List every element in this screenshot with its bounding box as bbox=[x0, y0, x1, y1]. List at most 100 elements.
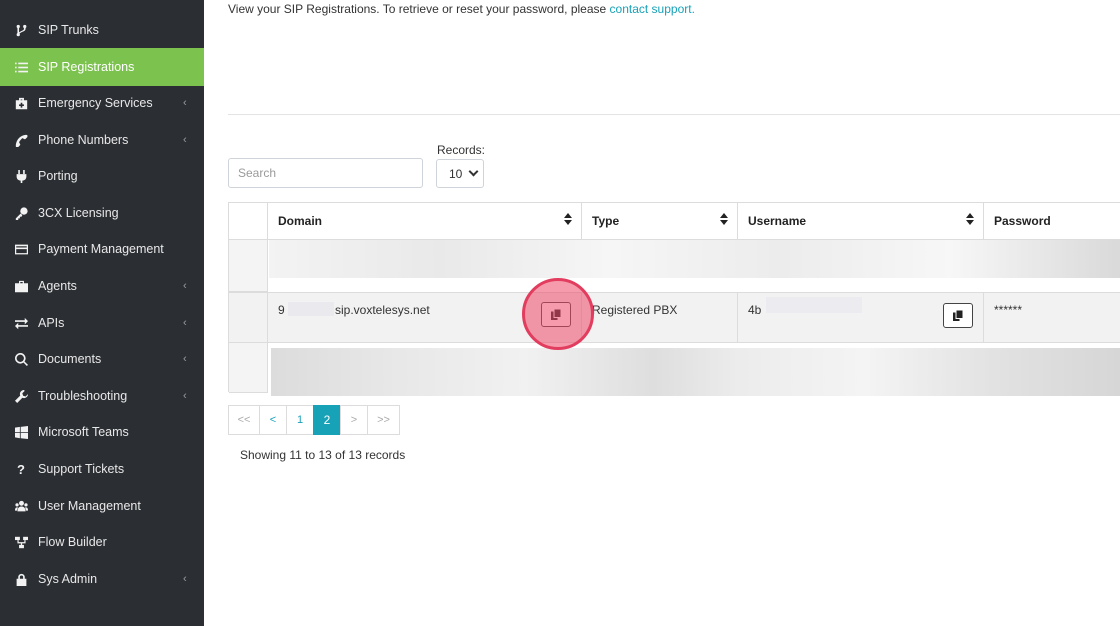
chevron-left-icon: ‹ bbox=[183, 573, 187, 585]
domain-cell: 9 sip.voxtelesys.net bbox=[268, 293, 582, 342]
sidebar-item-label: Sys Admin bbox=[38, 572, 98, 586]
sidebar-item-label: SIP Trunks bbox=[38, 23, 99, 37]
briefcase-icon bbox=[14, 279, 28, 293]
chevron-left-icon: ‹ bbox=[183, 353, 187, 365]
copy-icon bbox=[551, 309, 561, 320]
sidebar-item-label: Payment Management bbox=[38, 242, 164, 256]
copy-icon bbox=[953, 310, 963, 321]
sidebar-item-3cx-licensing[interactable]: 3CX Licensing bbox=[0, 195, 204, 231]
table-header-type[interactable]: Type bbox=[582, 203, 738, 240]
sidebar-item-support-tickets[interactable]: ? Support Tickets bbox=[0, 451, 204, 487]
chevron-left-icon: ‹ bbox=[183, 280, 187, 292]
contact-support-link[interactable]: contact support. bbox=[610, 2, 695, 16]
sidebar-item-flow-builder[interactable]: Flow Builder bbox=[0, 524, 204, 560]
header-label: Password bbox=[994, 214, 1051, 228]
sidebar-item-label: Emergency Services bbox=[38, 96, 153, 110]
lock-icon bbox=[14, 572, 28, 586]
page-2-button[interactable]: 2 bbox=[313, 405, 341, 435]
sidebar-item-label: Microsoft Teams bbox=[38, 425, 129, 439]
branch-icon bbox=[14, 23, 28, 37]
password-value: ****** bbox=[994, 303, 1023, 317]
sidebar-item-label: APIs bbox=[38, 316, 65, 330]
row-select-cell bbox=[229, 343, 268, 393]
pagination: << < 1 2 > >> bbox=[228, 405, 400, 435]
password-cell: ****** bbox=[984, 293, 1120, 342]
intro-text: View your SIP Registrations. To retrieve… bbox=[228, 2, 695, 16]
next-page-button[interactable]: > bbox=[340, 405, 368, 435]
sidebar-item-user-management[interactable]: User Management bbox=[0, 488, 204, 524]
chevron-left-icon: ‹ bbox=[183, 97, 187, 109]
sidebar-item-label: Flow Builder bbox=[38, 535, 107, 549]
redacted-content bbox=[288, 302, 334, 316]
last-page-button[interactable]: >> bbox=[367, 405, 400, 435]
medkit-icon bbox=[14, 96, 28, 110]
domain-prefix: 9 bbox=[278, 303, 285, 317]
chevron-down-icon bbox=[468, 166, 479, 177]
prev-page-button[interactable]: < bbox=[259, 405, 287, 435]
sitemap-icon bbox=[14, 535, 28, 549]
sidebar-item-payment-management[interactable]: Payment Management bbox=[0, 231, 204, 267]
row-select-cell bbox=[229, 293, 268, 342]
question-icon: ? bbox=[17, 461, 25, 477]
header-label: Username bbox=[748, 214, 807, 228]
sort-icon[interactable] bbox=[564, 213, 572, 227]
table-header-password[interactable]: Password bbox=[984, 203, 1120, 240]
sidebar-item-emergency-services[interactable]: Emergency Services ‹ bbox=[0, 85, 204, 121]
records-summary: Showing 11 to 13 of 13 records bbox=[240, 448, 406, 462]
redacted-content bbox=[766, 297, 862, 313]
table-row bbox=[229, 343, 1120, 396]
sidebar-item-troubleshooting[interactable]: Troubleshooting ‹ bbox=[0, 378, 204, 414]
page-1-button[interactable]: 1 bbox=[286, 405, 314, 435]
table-header-domain[interactable]: Domain bbox=[268, 203, 582, 240]
search-icon bbox=[14, 352, 28, 366]
divider bbox=[228, 114, 1120, 115]
sidebar-item-sys-admin[interactable]: Sys Admin ‹ bbox=[0, 561, 204, 597]
domain-suffix: sip.voxtelesys.net bbox=[335, 303, 430, 317]
table-header-select bbox=[229, 203, 268, 240]
sidebar-item-label: Phone Numbers bbox=[38, 133, 129, 147]
records-select[interactable]: 10 bbox=[436, 159, 484, 188]
sidebar-item-documents[interactable]: Documents ‹ bbox=[0, 341, 204, 377]
sidebar-item-label: Troubleshooting bbox=[38, 389, 128, 403]
chevron-left-icon: ‹ bbox=[183, 134, 187, 146]
username-prefix: 4b bbox=[748, 303, 762, 317]
sidebar: SIP Trunks SIP Registrations Emergency S… bbox=[0, 0, 204, 626]
sidebar-item-apis[interactable]: APIs ‹ bbox=[0, 305, 204, 341]
sidebar-item-microsoft-teams[interactable]: Microsoft Teams bbox=[0, 414, 204, 450]
sidebar-item-label: Agents bbox=[38, 279, 77, 293]
sidebar-item-label: Support Tickets bbox=[38, 462, 125, 476]
copy-username-button[interactable] bbox=[943, 303, 973, 328]
type-value: Registered PBX bbox=[592, 303, 678, 317]
copy-domain-button[interactable] bbox=[541, 302, 571, 327]
table-row[interactable]: 9 sip.voxtelesys.net Registered PBX 4b *… bbox=[229, 292, 1120, 343]
first-page-button[interactable]: << bbox=[228, 405, 260, 435]
sidebar-item-label: Porting bbox=[38, 169, 78, 183]
sidebar-item-sip-registrations[interactable]: SIP Registrations bbox=[0, 48, 204, 86]
username-cell: 4b bbox=[738, 293, 984, 342]
sidebar-item-porting[interactable]: Porting bbox=[0, 158, 204, 194]
chevron-left-icon: ‹ bbox=[183, 317, 187, 329]
main-content: View your SIP Registrations. To retrieve… bbox=[204, 0, 1120, 626]
windows-icon bbox=[14, 425, 28, 439]
list-icon bbox=[14, 60, 28, 74]
sidebar-item-label: Documents bbox=[38, 352, 102, 366]
key-icon bbox=[14, 206, 28, 220]
wrench-icon bbox=[14, 389, 28, 403]
phone-icon bbox=[14, 133, 28, 147]
sidebar-item-phone-numbers[interactable]: Phone Numbers ‹ bbox=[0, 122, 204, 158]
header-label: Type bbox=[592, 214, 620, 228]
search-input[interactable] bbox=[228, 158, 423, 188]
redacted-content bbox=[271, 348, 1120, 396]
table-row bbox=[229, 240, 1120, 292]
sort-icon[interactable] bbox=[966, 213, 974, 227]
exchange-icon bbox=[14, 316, 28, 330]
sidebar-item-agents[interactable]: Agents ‹ bbox=[0, 268, 204, 304]
intro-description: View your SIP Registrations. To retrieve… bbox=[228, 2, 607, 16]
type-cell: Registered PBX bbox=[582, 293, 738, 342]
row-select-cell bbox=[229, 240, 268, 292]
sidebar-item-sip-trunks[interactable]: SIP Trunks bbox=[0, 12, 204, 48]
users-icon bbox=[14, 499, 28, 513]
sort-icon[interactable] bbox=[720, 213, 728, 227]
sidebar-item-label: SIP Registrations bbox=[38, 60, 135, 74]
table-header-username[interactable]: Username bbox=[738, 203, 984, 240]
